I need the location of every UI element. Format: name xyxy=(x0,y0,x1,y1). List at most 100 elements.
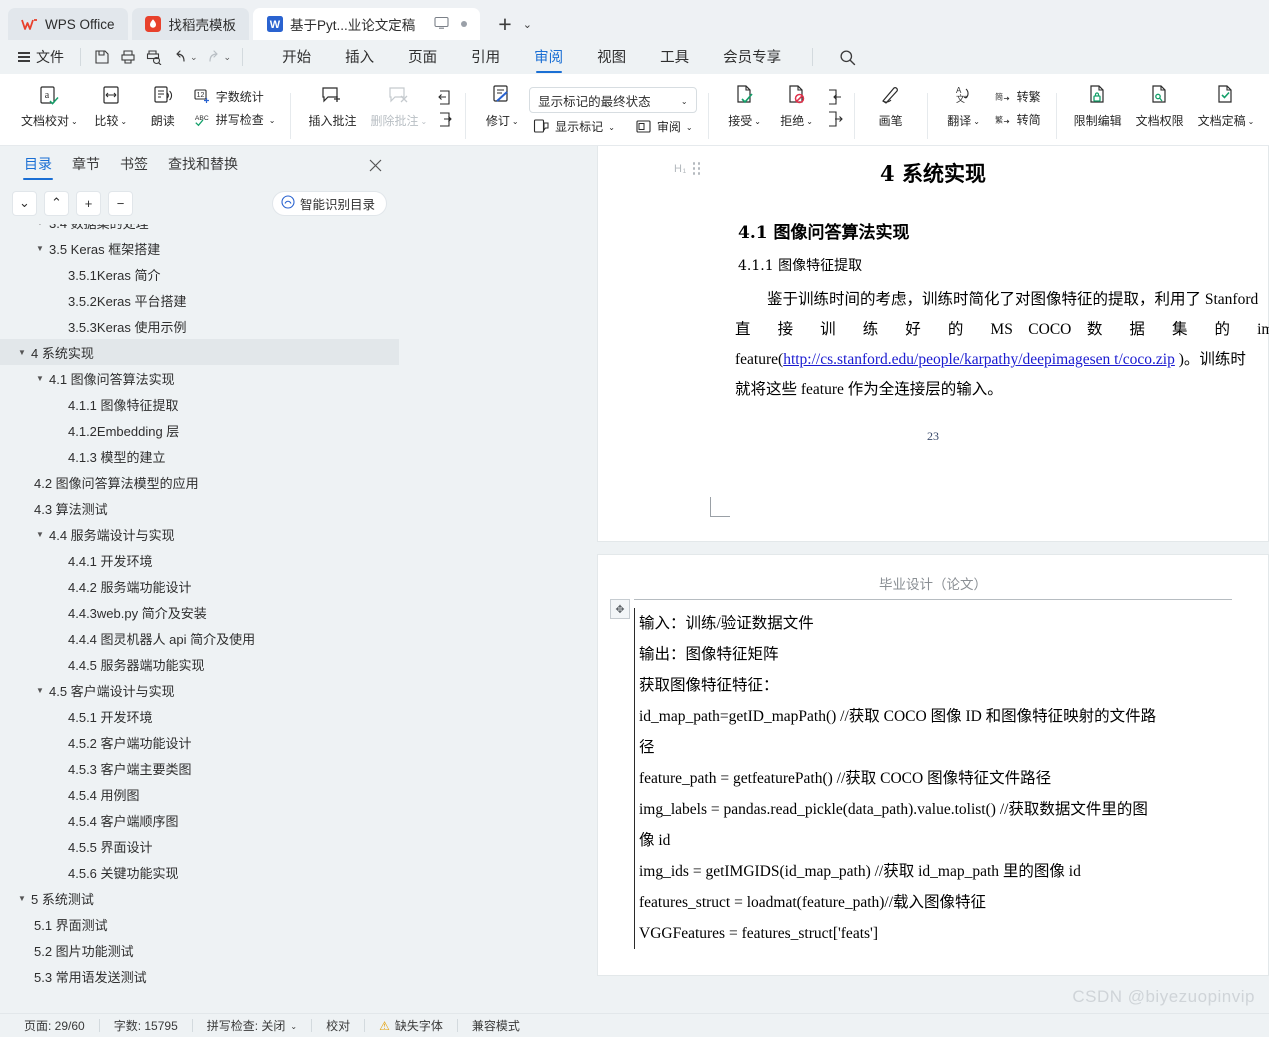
toc-item-3-5[interactable]: ▼ 3.5 Keras 框架搭建 xyxy=(0,235,399,261)
toc-item-4-5-2[interactable]: 4.5.2 客户端功能设计 xyxy=(0,729,399,755)
ribbon-tab-tools[interactable]: 工具 xyxy=(643,42,706,73)
track-changes-button[interactable]: 修订 ⌄ xyxy=(477,78,527,131)
toc-item-4-4-2[interactable]: 4.4.2 服务端功能设计 xyxy=(0,573,399,599)
save-icon[interactable] xyxy=(89,45,115,69)
chevron-down-icon[interactable]: ⌄ xyxy=(512,117,519,126)
triangle-down-icon[interactable]: ▼ xyxy=(16,348,28,357)
translate-button[interactable]: A文 翻译 ⌄ xyxy=(939,78,989,131)
sidebar-tab-chapters[interactable]: 章节 xyxy=(64,149,108,182)
restrict-edit-button[interactable]: 限制编辑 xyxy=(1068,78,1128,131)
doc-proofread-button[interactable]: a 文档校对 ⌄ xyxy=(15,78,84,131)
toc-item-4-4-1[interactable]: 4.4.1 开发环境 xyxy=(0,547,399,573)
toc-item-4-1[interactable]: ▼ 4.1 图像问答算法实现 xyxy=(0,365,399,391)
toc-item-3-5-2[interactable]: 3.5.2Keras 平台搭建 xyxy=(0,287,399,313)
triangle-down-icon[interactable]: ▼ xyxy=(34,224,46,227)
tab-wps-office[interactable]: WPS Office xyxy=(8,8,128,40)
chevron-down-icon[interactable]: ⌄ xyxy=(520,18,535,31)
toc-item-5-1[interactable]: 5.1 界面测试 xyxy=(0,911,399,937)
tab-docer-template[interactable]: 找稻壳模板 xyxy=(131,8,250,40)
toc-item-4-4-4[interactable]: 4.4.4 图灵机器人 api 简介及使用 xyxy=(0,625,399,651)
finalize-doc-button[interactable]: 文档定稿 ⌄ xyxy=(1192,78,1261,131)
document-canvas[interactable]: H₁ 4 系统实现 4.1 图像问答算法实现 4.1.1 图像特征提取 鉴于训练… xyxy=(399,146,1269,1013)
chevron-down-icon[interactable]: ⌄ xyxy=(1248,117,1255,126)
toc-item-4-2[interactable]: 4.2 图像问答算法模型的应用 xyxy=(0,469,399,495)
next-change-icon[interactable] xyxy=(826,111,843,128)
toc-item-4-5-4-usecase[interactable]: 4.5.4 用例图 xyxy=(0,781,399,807)
collapse-minus-icon[interactable]: − xyxy=(108,190,133,216)
undo-caret-icon[interactable]: ⌄ xyxy=(190,52,198,63)
ribbon-tab-page[interactable]: 页面 xyxy=(391,42,454,73)
chevron-down-icon[interactable]: ⌄ xyxy=(681,97,688,106)
chevron-down-icon[interactable]: ⌄ xyxy=(71,117,78,126)
triangle-down-icon[interactable]: ▼ xyxy=(34,374,46,383)
pen-button[interactable]: 画笔 xyxy=(866,78,916,131)
triangle-down-icon[interactable]: ▼ xyxy=(16,894,28,903)
ribbon-tab-insert[interactable]: 插入 xyxy=(328,42,391,73)
table-move-handle-icon[interactable]: ✥ xyxy=(610,599,630,619)
ribbon-tab-member[interactable]: 会员专享 xyxy=(706,42,798,73)
toc-item-5-2[interactable]: 5.2 图片功能测试 xyxy=(0,937,399,963)
status-missing-font[interactable]: ⚠ 缺失字体 xyxy=(365,1017,457,1034)
smart-recognize-toc-button[interactable]: 智能识别目录 xyxy=(271,190,387,216)
prev-comment-icon[interactable] xyxy=(437,89,454,106)
chevron-down-icon[interactable]: ⌄ xyxy=(973,117,980,126)
sidebar-tab-toc[interactable]: 目录 xyxy=(16,149,60,182)
toc-item-4-5-6[interactable]: 4.5.6 关键功能实现 xyxy=(0,859,399,885)
expand-plus-icon[interactable]: + xyxy=(76,190,101,216)
status-proofread[interactable]: 校对 xyxy=(312,1017,364,1034)
prev-change-icon[interactable] xyxy=(826,89,843,106)
toc-item-3-4[interactable]: ▼ 3.4 数据集的处理 xyxy=(0,224,399,235)
search-icon[interactable] xyxy=(833,45,861,69)
toc-item-4-1-2[interactable]: 4.1.2Embedding 层 xyxy=(0,417,399,443)
print-preview-icon[interactable] xyxy=(141,45,167,69)
chevron-down-icon[interactable]: ⌄ xyxy=(290,1022,297,1031)
status-compat-mode[interactable]: 兼容模式 xyxy=(458,1017,534,1034)
toc-item-4-4[interactable]: ▼ 4.4 服务端设计与实现 xyxy=(0,521,399,547)
markup-state-dropdown[interactable]: 显示标记的最终状态 ⌄ xyxy=(529,87,697,113)
sidebar-tab-bookmarks[interactable]: 书签 xyxy=(112,149,156,182)
triangle-down-icon[interactable]: ▼ xyxy=(34,686,46,695)
toc-item-4-5[interactable]: ▼ 4.5 客户端设计与实现 xyxy=(0,677,399,703)
document-page-2[interactable]: 毕业设计（论文） ✥ 输入：训练/验证数据文件 输出：图像特征矩阵 获取图像特征… xyxy=(598,555,1268,975)
toc-item-4-5-4-sequence[interactable]: 4.5.4 客户端顺序图 xyxy=(0,807,399,833)
close-icon[interactable] xyxy=(365,155,385,175)
toc-item-4-1-3[interactable]: 4.1.3 模型的建立 xyxy=(0,443,399,469)
present-mode-icon[interactable] xyxy=(434,15,449,33)
sidebar-tab-find-replace[interactable]: 查找和替换 xyxy=(160,149,246,182)
toc-item-5[interactable]: ▼ 5 系统测试 xyxy=(0,885,399,911)
next-comment-icon[interactable] xyxy=(437,111,454,128)
show-markup-button[interactable]: 显示标记 ⌄ xyxy=(529,116,619,137)
traditional-to-simple-button[interactable]: 繁 转简 xyxy=(991,109,1045,130)
chevron-down-icon[interactable]: ⌄ xyxy=(754,117,761,126)
status-spellcheck[interactable]: 拼写检查: 关闭 ⌄ xyxy=(193,1017,311,1034)
ribbon-tab-reference[interactable]: 引用 xyxy=(454,42,517,73)
document-page-1[interactable]: H₁ 4 系统实现 4.1 图像问答算法实现 4.1.1 图像特征提取 鉴于训练… xyxy=(598,146,1269,541)
ribbon-tab-review[interactable]: 审阅 xyxy=(517,42,580,73)
triangle-down-icon[interactable]: ▼ xyxy=(34,244,46,253)
toc-item-4-5-3[interactable]: 4.5.3 客户端主要类图 xyxy=(0,755,399,781)
doc-permission-button[interactable]: 文档权限 xyxy=(1130,78,1190,131)
toc-list[interactable]: ▼ 3.4 数据集的处理 ▼ 3.5 Keras 框架搭建 3.5.1Keras… xyxy=(0,222,399,1013)
status-word-count[interactable]: 字数: 15795 xyxy=(100,1017,192,1034)
toc-item-4-5-5[interactable]: 4.5.5 界面设计 xyxy=(0,833,399,859)
chevron-down-icon[interactable]: ⌄ xyxy=(269,116,276,125)
toc-item-4-1-1[interactable]: 4.1.1 图像特征提取 xyxy=(0,391,399,417)
coco-dataset-link[interactable]: http://cs.stanford.edu/people/karpathy/d… xyxy=(783,351,1175,368)
spelling-check-button[interactable]: ABC 拼写检查 ⌄ xyxy=(190,109,280,130)
drag-handle-icon[interactable] xyxy=(692,162,701,175)
file-menu-button[interactable]: 文件 xyxy=(10,47,72,67)
ribbon-tab-view[interactable]: 视图 xyxy=(580,42,643,73)
chevron-down-icon[interactable]: ⌄ xyxy=(806,117,813,126)
toc-item-4-3[interactable]: 4.3 算法测试 xyxy=(0,495,399,521)
redo-caret-icon[interactable]: ⌄ xyxy=(224,52,232,63)
reject-change-button[interactable]: 拒绝 ⌄ xyxy=(772,78,822,131)
toc-item-3-5-3[interactable]: 3.5.3Keras 使用示例 xyxy=(0,313,399,339)
toc-item-4-5-1[interactable]: 4.5.1 开发环境 xyxy=(0,703,399,729)
chevron-up-icon[interactable]: ⌃ xyxy=(44,190,69,216)
word-count-button[interactable]: 12 字数统计 xyxy=(190,86,280,107)
chevron-down-icon[interactable]: ⌄ xyxy=(12,190,37,216)
new-tab-button[interactable]: + xyxy=(492,12,517,36)
toc-item-4[interactable]: ▼ 4 系统实现 xyxy=(0,339,399,365)
chevron-down-icon[interactable]: ⌄ xyxy=(608,123,615,132)
compare-button[interactable]: 比较 ⌄ xyxy=(86,78,136,131)
